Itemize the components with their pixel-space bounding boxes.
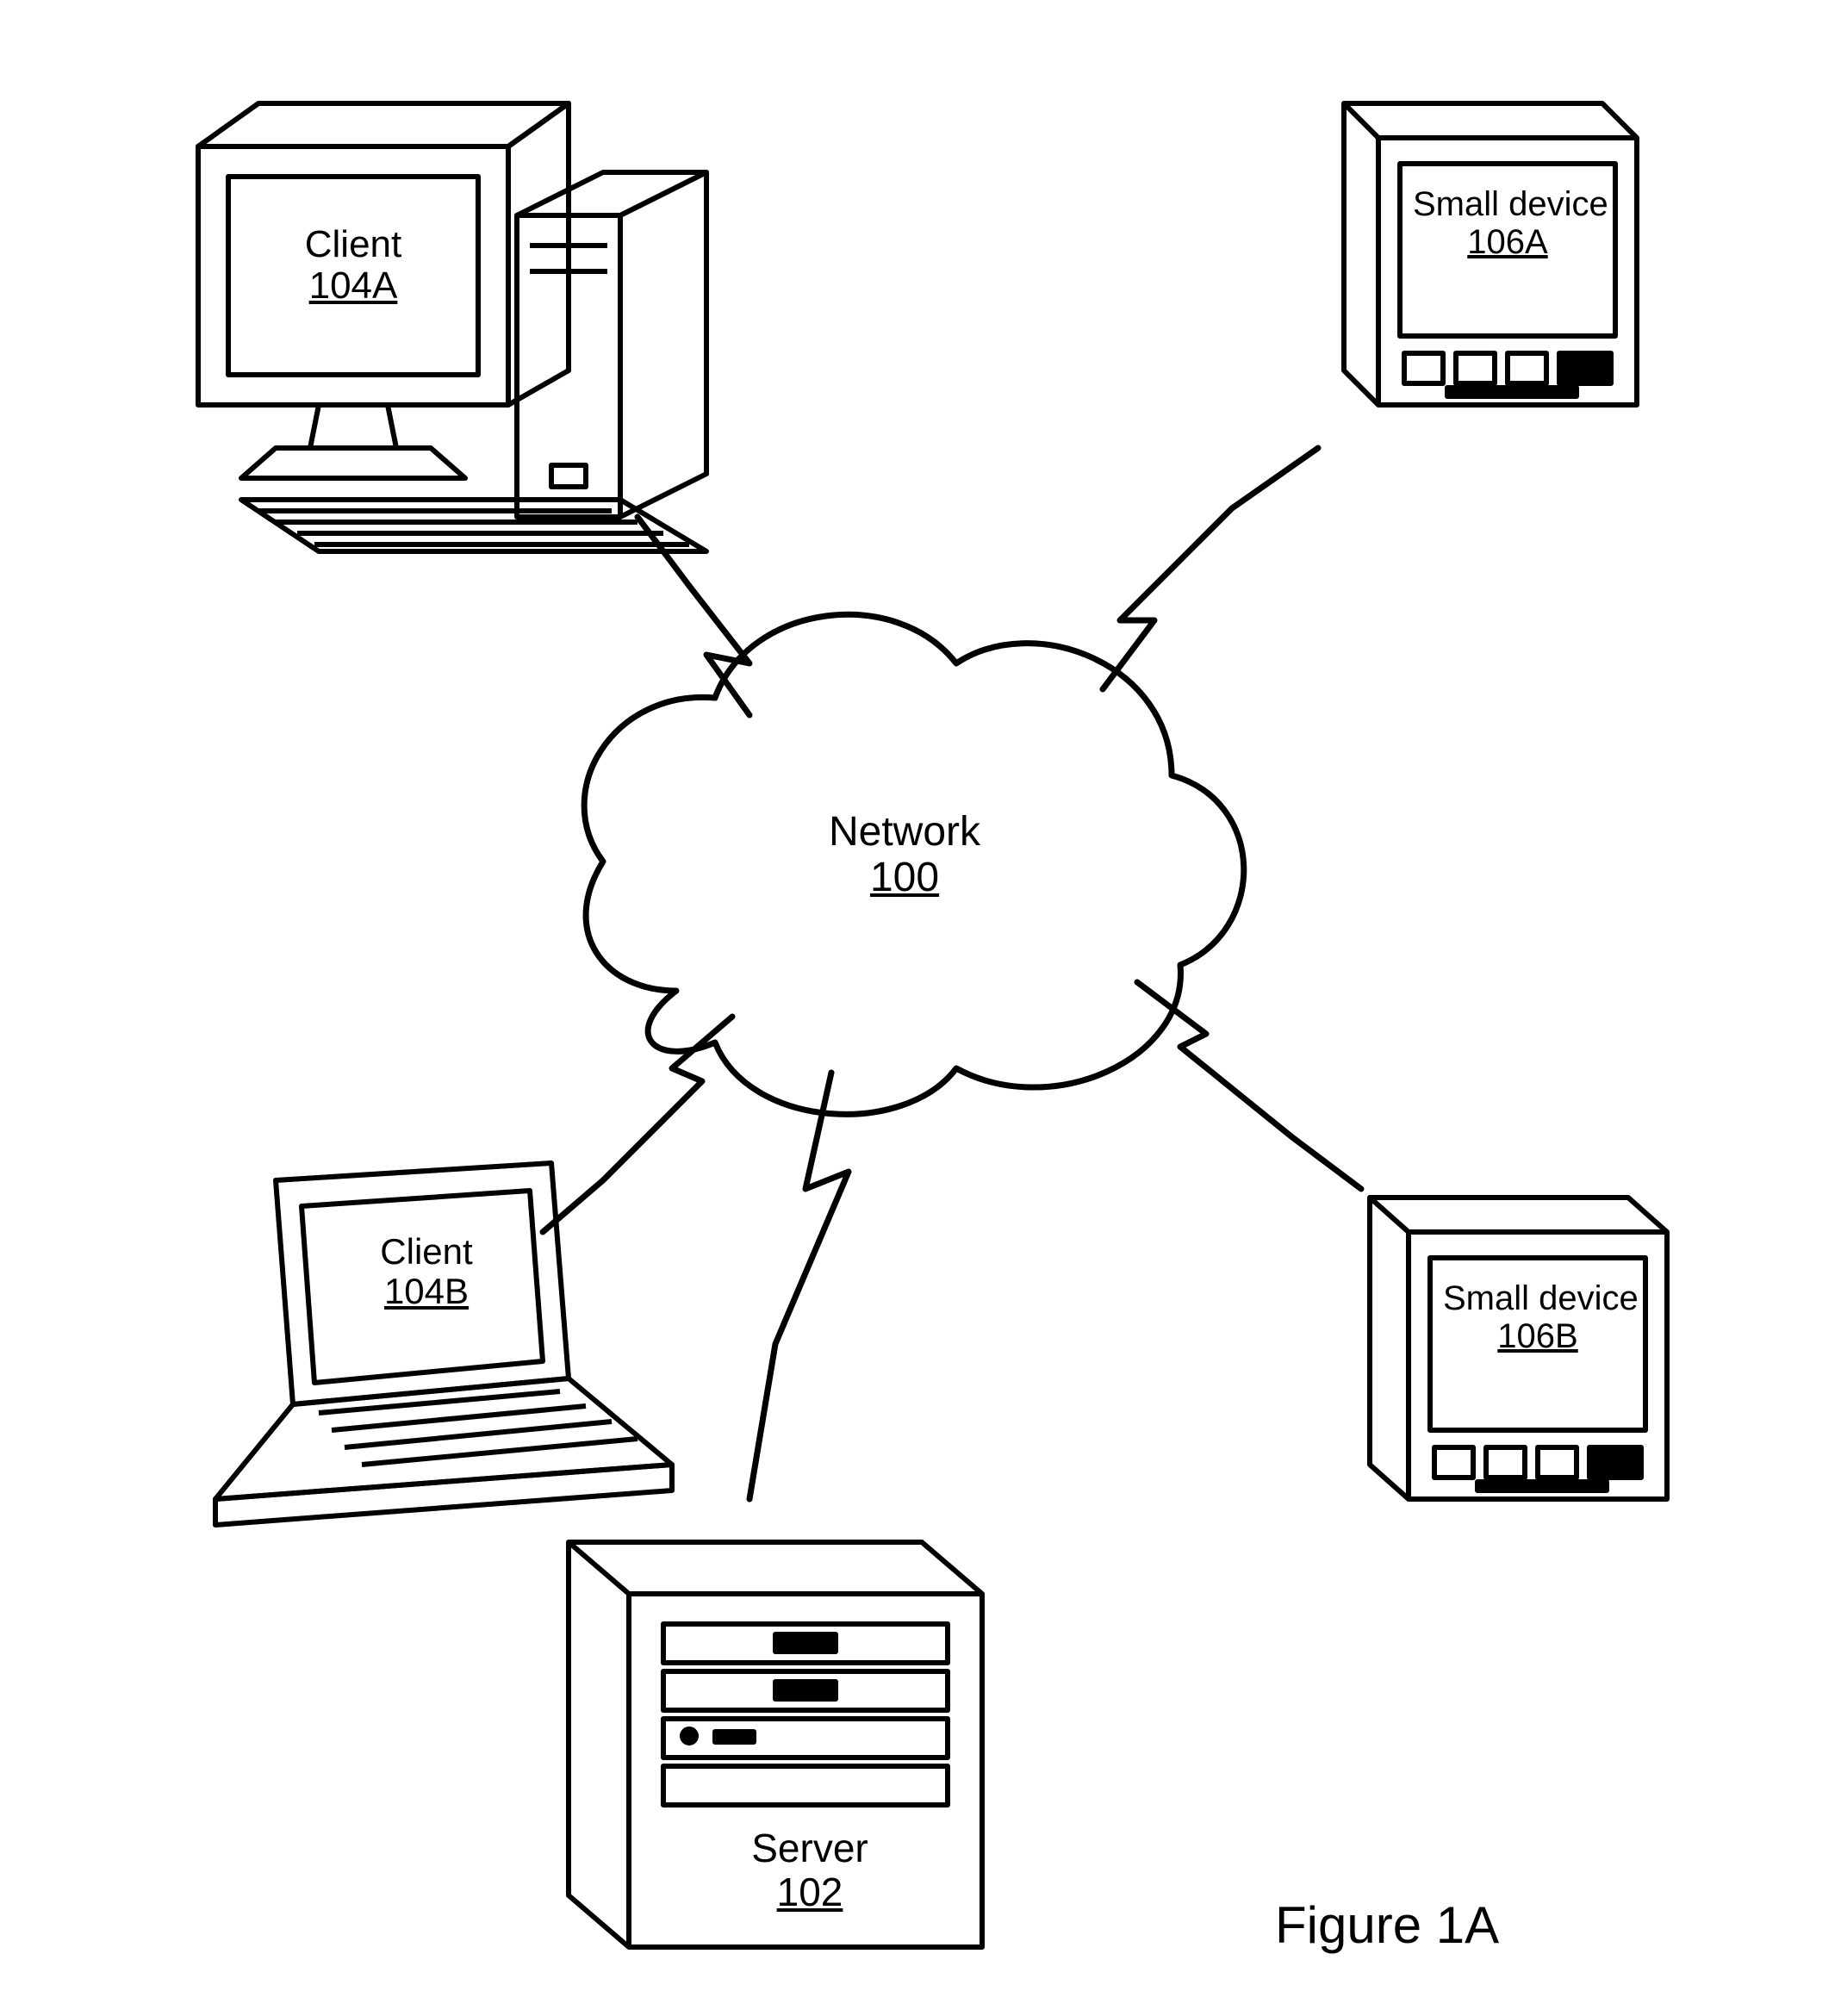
pda-b-icon [1370, 1198, 1667, 1499]
diagram-stage: Network 100 Client 104A Small device 106… [0, 0, 1841, 2016]
pda-a-icon [1344, 103, 1637, 405]
figure-label: Figure 1A [1275, 1896, 1499, 1954]
figure-caption: Figure 1A [1275, 1895, 1499, 1955]
desktop-icon [198, 103, 706, 551]
laptop-icon [215, 1163, 672, 1525]
server-icon [569, 1542, 982, 1947]
diagram-svg [0, 0, 1841, 2016]
network-cloud-icon [584, 614, 1244, 1114]
connectors [543, 448, 1361, 1499]
